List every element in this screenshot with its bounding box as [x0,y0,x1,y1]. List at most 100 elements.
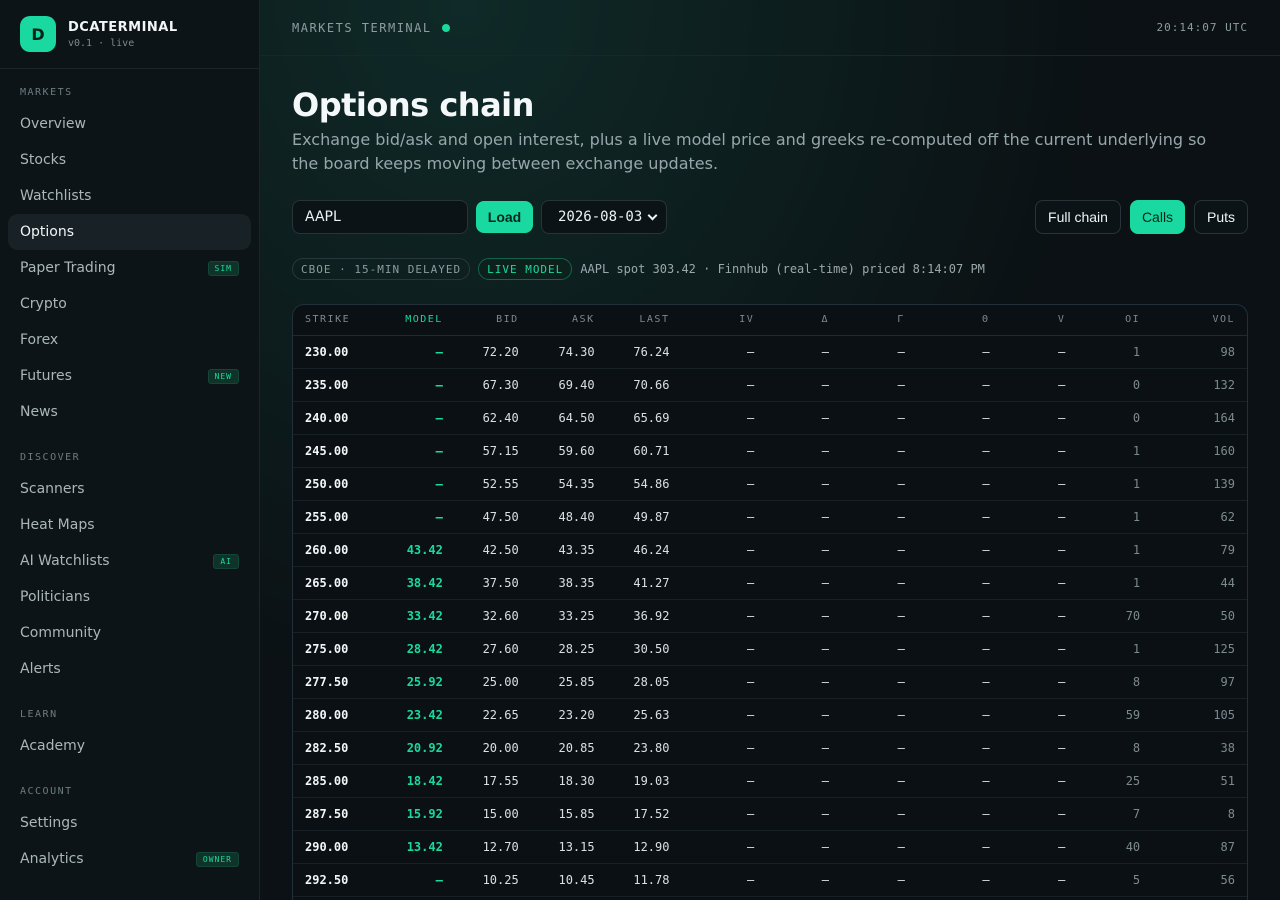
sidebar-item-crypto[interactable]: Crypto [8,286,251,322]
column-header-ask[interactable]: ASK [530,305,607,336]
cell-model: — [378,368,455,402]
cell-ask: 38.35 [530,566,607,600]
sidebar-item-community[interactable]: Community [8,615,251,651]
cell-ask: 20.85 [530,731,607,765]
cell-vol: 160 [1152,434,1247,468]
column-header-vega[interactable]: V [1001,305,1078,336]
table-row[interactable]: 240.00—62.40 64.50 65.69— — — — —0 164 [293,401,1247,435]
cell-delta: — [766,368,842,402]
table-row[interactable]: 250.00—52.55 54.35 54.86— — — — —1 139 [293,467,1247,501]
live-status-dot-icon [441,23,450,32]
cell-theta: — [916,764,1002,798]
cell-iv: — [681,533,767,567]
column-header-strike[interactable]: STRIKE [293,305,379,336]
sidebar-item-alerts[interactable]: Alerts [8,651,251,687]
cell-ask: 69.40 [530,368,607,402]
column-header-last[interactable]: LAST [606,305,682,336]
column-header-bid[interactable]: BID [454,305,531,336]
column-header-vol[interactable]: VOL [1152,305,1247,336]
cell-iv: — [681,698,767,732]
sidebar-item-heat-maps[interactable]: Heat Maps [8,507,251,543]
cell-oi: 1 [1077,500,1153,534]
table-row[interactable]: 290.00 13.42 12.70 13.15 12.90— — — — —40 87 [293,830,1247,864]
sidebar-item-academy[interactable]: Academy [8,728,251,764]
table-row[interactable]: 277.50 25.92 25.00 25.85 28.05— — — — —8 97 [293,665,1247,699]
cell-bid: 27.60 [454,632,531,666]
table-row[interactable]: 287.50 15.92 15.00 15.85 17.52— — — — —7 8 [293,797,1247,831]
column-header-delta[interactable]: Δ [766,305,842,336]
table-row[interactable]: 285.00 18.42 17.55 18.30 19.03— — — — —25 51 [293,764,1247,798]
sidebar-item-overview[interactable]: Overview [8,106,251,142]
table-row[interactable]: 270.00 33.42 32.60 33.25 36.92— — — — —70 50 [293,599,1247,633]
table-row[interactable]: 260.00 43.42 42.50 43.35 46.24— — — — —1 79 [293,533,1247,567]
column-header-gamma[interactable]: Γ [841,305,917,336]
cell-model: 18.42 [378,764,455,798]
table-row[interactable]: 245.00—57.15 59.60 60.71— — — — —1 160 [293,434,1247,468]
brand[interactable]: D DCATERMINAL v0.1 · live [0,0,259,69]
load-button[interactable]: Load [476,201,533,233]
puts-button[interactable]: Puts [1194,200,1248,234]
calls-button[interactable]: Calls [1130,200,1185,234]
table-row[interactable]: 265.00 38.42 37.50 38.35 41.27— — — — —1 44 [293,566,1247,600]
sidebar: D DCATERMINAL v0.1 · live MARKETS Overvi… [0,0,260,900]
cell-strike: 230.00 [293,335,379,369]
sidebar-item-label: Overview [20,116,86,132]
cell-bid: 72.20 [454,335,531,369]
cell-vol: 56 [1152,863,1247,897]
sidebar-item-stocks[interactable]: Stocks [8,142,251,178]
cell-delta: — [766,731,842,765]
table-row[interactable]: 292.50—10.25 10.45 11.78— — — — —5 56 [293,863,1247,897]
column-header-theta[interactable]: Θ [916,305,1002,336]
cell-vega: — [1001,467,1078,501]
cell-bid: 17.55 [454,764,531,798]
sidebar-item-watchlists[interactable]: Watchlists [8,178,251,214]
sidebar-item-politicians[interactable]: Politicians [8,579,251,615]
column-header-oi[interactable]: OI [1077,305,1153,336]
cell-last: 12.90 [606,830,682,864]
sidebar-item-paper-trading[interactable]: Paper Trading SIM [8,250,251,286]
brand-logo: D [20,16,56,52]
sidebar-item-analytics[interactable]: Analytics OWNER [8,841,251,877]
cell-model: 20.92 [378,731,455,765]
sidebar-item-settings[interactable]: Settings [8,805,251,841]
cell-ask: 28.25 [530,632,607,666]
section-label-account: ACCOUNT [20,786,73,797]
ticker-input[interactable] [292,200,468,234]
cell-theta: — [916,665,1002,699]
full-chain-button[interactable]: Full chain [1035,200,1121,234]
column-header-model[interactable]: MODEL [378,305,455,336]
table-row[interactable]: 282.50 20.92 20.00 20.85 23.80— — — — —8 38 [293,731,1247,765]
cell-iv: — [681,500,767,534]
controls-bar: Load 2026-08-03 Full chain Calls Puts [292,200,1248,234]
cell-ask: 15.85 [530,797,607,831]
sidebar-item-label: Analytics [20,851,84,867]
table-row[interactable]: 255.00—47.50 48.40 49.87— — — — —1 62 [293,500,1247,534]
sidebar-item-forex[interactable]: Forex [8,322,251,358]
cell-theta: — [916,467,1002,501]
table-row[interactable]: 230.00—72.20 74.30 76.24— — — — —1 98 [293,335,1247,369]
sidebar-item-news[interactable]: News [8,394,251,430]
sidebar-item-futures[interactable]: Futures NEW [8,358,251,394]
cell-model: 43.42 [378,533,455,567]
table-row[interactable]: 275.00 28.42 27.60 28.25 30.50— — — — —1 125 [293,632,1247,666]
page-title: Options chain [292,86,534,124]
cell-model: 38.42 [378,566,455,600]
column-header-iv[interactable]: IV [681,305,767,336]
table-row[interactable]: 280.00 23.42 22.65 23.20 25.63— — — — —59 105 [293,698,1247,732]
sidebar-item-scanners[interactable]: Scanners [8,471,251,507]
sidebar-item-options[interactable]: Options [8,214,251,250]
cell-gamma: — [841,698,917,732]
table-header-row: STRIKE MODEL BID ASK LAST IV Δ Γ Θ V OI VOL [293,305,1247,336]
cell-model: 25.92 [378,665,455,699]
sim-badge: SIM [207,260,239,276]
table-row[interactable]: 235.00—67.30 69.40 70.66— — — — —0 132 [293,368,1247,402]
sidebar-item-ai-watchlists[interactable]: AI Watchlists AI [8,543,251,579]
cell-theta: — [916,434,1002,468]
page-description: Exchange bid/ask and open interest, plus… [292,130,1207,173]
cell-oi: 25 [1077,764,1153,798]
cell-delta: — [766,698,842,732]
cell-strike: 265.00 [293,566,379,600]
cell-theta: — [916,368,1002,402]
expiry-select[interactable]: 2026-08-03 [541,200,667,234]
cell-model: — [378,467,455,501]
